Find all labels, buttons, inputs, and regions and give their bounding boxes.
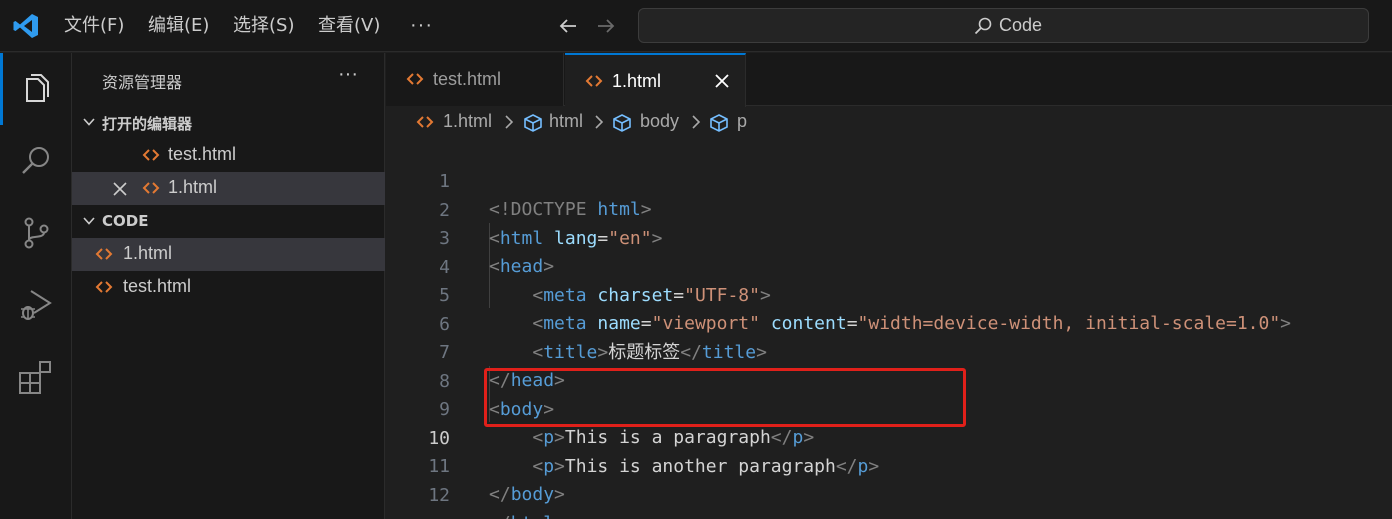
file-tree-item[interactable]: test.html bbox=[72, 271, 385, 304]
menu-more-button[interactable]: ··· bbox=[410, 14, 433, 37]
html-file-icon bbox=[95, 281, 113, 293]
breadcrumb-body[interactable]: body bbox=[640, 111, 679, 132]
section-workspace[interactable]: CODE bbox=[72, 205, 385, 238]
code-line[interactable]: 2 <html lang="en"> bbox=[386, 169, 1392, 249]
explorer-sidebar: 资源管理器 ··· 打开的编辑器 test.html 1.html CODE 1… bbox=[72, 53, 385, 519]
source-control-icon bbox=[24, 217, 49, 249]
active-indicator bbox=[0, 53, 3, 125]
file-name: 1.html bbox=[123, 243, 173, 263]
code-line[interactable]: 8 <body> bbox=[386, 340, 1392, 420]
open-editor-item[interactable]: test.html bbox=[72, 139, 385, 172]
symbol-element-icon bbox=[613, 114, 631, 132]
sidebar-more-button[interactable]: ··· bbox=[338, 63, 358, 86]
command-center-search[interactable]: Code bbox=[638, 8, 1369, 43]
close-icon[interactable] bbox=[714, 73, 730, 89]
open-editor-item[interactable]: 1.html bbox=[72, 172, 385, 205]
search-text: Code bbox=[999, 15, 1043, 35]
chevron-right-icon bbox=[595, 115, 604, 129]
activity-search[interactable] bbox=[0, 125, 72, 197]
menu-edit[interactable]: 编辑(E) bbox=[148, 0, 209, 52]
chevron-down-icon bbox=[83, 118, 95, 126]
html-file-icon bbox=[585, 75, 603, 87]
html-file-icon bbox=[142, 182, 160, 194]
explorer-icon bbox=[26, 74, 49, 102]
html-file-icon bbox=[406, 73, 424, 85]
menu-view[interactable]: 查看(V) bbox=[318, 0, 380, 52]
symbol-element-icon bbox=[524, 114, 542, 132]
code-line[interactable]: 11 </body> bbox=[386, 425, 1392, 505]
back-arrow-icon[interactable] bbox=[556, 14, 580, 38]
menu-selection[interactable]: 选择(S) bbox=[233, 0, 294, 52]
search-icon bbox=[22, 147, 49, 174]
html-file-icon bbox=[142, 149, 160, 161]
symbol-element-icon bbox=[710, 114, 728, 132]
forward-arrow-icon[interactable] bbox=[594, 14, 618, 38]
menu-file[interactable]: 文件(F) bbox=[64, 0, 124, 52]
file-name: test.html bbox=[123, 276, 192, 296]
close-icon[interactable] bbox=[112, 181, 128, 197]
code-line[interactable]: 9 <p>This is a paragraph</p> bbox=[386, 368, 1392, 448]
chevron-down-icon bbox=[83, 217, 95, 225]
code-line[interactable]: 1 <!DOCTYPE html> bbox=[386, 140, 1392, 220]
editor-tab-bar: test.html 1.html bbox=[386, 53, 1392, 107]
tab-label: 1.html bbox=[612, 71, 662, 91]
breadcrumb: 1.html html body p bbox=[386, 106, 1392, 140]
activity-extensions[interactable] bbox=[0, 341, 72, 413]
breadcrumb-html[interactable]: html bbox=[549, 111, 583, 132]
code-line[interactable]: 7 </head> bbox=[386, 311, 1392, 391]
file-tree-item[interactable]: 1.html bbox=[72, 238, 385, 271]
code-line-current[interactable]: 10 <p>This is another paragraph</p> bbox=[386, 397, 1392, 477]
chevron-right-icon bbox=[692, 115, 701, 129]
code-line[interactable]: 3 <head> bbox=[386, 197, 1392, 277]
tab-1-html[interactable]: 1.html bbox=[565, 53, 746, 107]
chevron-right-icon bbox=[505, 115, 514, 129]
line-number: 12 bbox=[428, 484, 450, 506]
activity-source-control[interactable] bbox=[0, 197, 72, 269]
html-file-icon bbox=[95, 248, 113, 260]
open-editor-name: test.html bbox=[168, 144, 237, 164]
breadcrumb-file[interactable]: 1.html bbox=[443, 111, 492, 132]
vscode-logo-icon[interactable] bbox=[12, 12, 40, 40]
tab-label: test.html bbox=[433, 69, 502, 89]
section-open-editors[interactable]: 打开的编辑器 bbox=[72, 106, 385, 139]
code-line[interactable]: 6 <title>标题标签</title> bbox=[386, 283, 1392, 363]
activity-bar bbox=[0, 53, 72, 519]
code-editor[interactable]: 1 <!DOCTYPE html> 2 <html lang="en"> 3 <… bbox=[386, 140, 1392, 519]
code-line[interactable]: 5 <meta name="viewport" content="width=d… bbox=[386, 254, 1392, 334]
search-icon bbox=[974, 17, 992, 35]
section-label: 打开的编辑器 bbox=[102, 115, 193, 133]
open-editor-name: 1.html bbox=[168, 177, 218, 197]
sidebar-title: 资源管理器 bbox=[102, 73, 183, 92]
extensions-icon bbox=[19, 361, 51, 394]
code-line[interactable]: 4 <meta charset="UTF-8"> bbox=[386, 226, 1392, 306]
title-bar: 文件(F) 编辑(E) 选择(S) 查看(V) ··· Code bbox=[0, 0, 1392, 52]
activity-run-debug[interactable] bbox=[0, 269, 72, 341]
breadcrumb-p[interactable]: p bbox=[737, 111, 747, 132]
code-line[interactable]: 12 </html> bbox=[386, 454, 1392, 519]
html-file-icon bbox=[416, 116, 434, 128]
section-label: CODE bbox=[102, 212, 149, 230]
activity-explorer[interactable] bbox=[0, 53, 72, 125]
tab-test-html[interactable]: test.html bbox=[386, 53, 564, 106]
run-debug-icon bbox=[21, 290, 52, 320]
